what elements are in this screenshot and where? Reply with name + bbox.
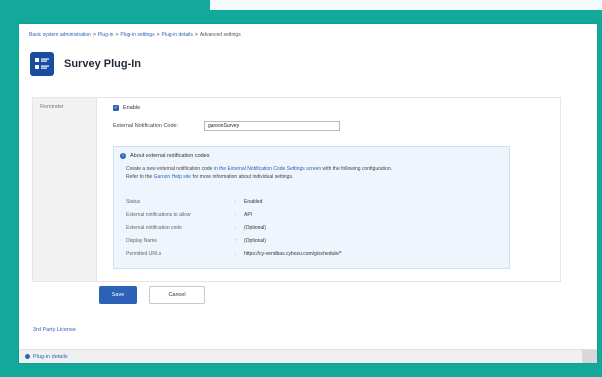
cancel-button[interactable]: Cancel bbox=[149, 286, 205, 304]
notification-code-label: External Notification Code: bbox=[113, 123, 179, 129]
info-refer-prefix: Refer to the bbox=[126, 174, 153, 180]
plugin-details-link[interactable]: Plug-in details bbox=[25, 354, 68, 360]
config-row: Display Name : (Optional) bbox=[126, 234, 496, 247]
info-icon: i bbox=[120, 153, 126, 159]
page-title: Survey Plug-In bbox=[64, 58, 142, 70]
config-colon: : bbox=[235, 211, 237, 218]
notification-settings-link[interactable]: in the External Notification Code Settin… bbox=[214, 166, 321, 172]
info-title-row: i About external notification codes bbox=[120, 153, 210, 159]
notification-code-input[interactable] bbox=[204, 121, 340, 131]
top-strip bbox=[210, 0, 602, 10]
app-window: Basic system administration > Plug-in > Plug… bbox=[19, 24, 597, 363]
survey-form-icon-graphic bbox=[35, 58, 49, 69]
config-row: External notification code : (Optional) bbox=[126, 221, 496, 234]
config-colon: : bbox=[235, 250, 237, 257]
config-table: Status : Enabled External notifications … bbox=[126, 195, 496, 260]
action-buttons: Save Cancel bbox=[99, 286, 205, 304]
breadcrumb-separator: > bbox=[115, 32, 119, 38]
config-key: Permitted URLs bbox=[126, 250, 162, 257]
config-row: Status : Enabled bbox=[126, 195, 496, 208]
config-key: Display Name bbox=[126, 237, 158, 244]
breadcrumb-basic-system[interactable]: Basic system administration bbox=[29, 32, 91, 38]
survey-form-icon bbox=[30, 52, 54, 76]
config-value: (Optional) bbox=[244, 237, 266, 244]
breadcrumb-plugin[interactable]: Plug-in bbox=[98, 32, 114, 38]
breadcrumb-separator: > bbox=[156, 32, 160, 38]
info-refer-suffix: for more information about individual se… bbox=[192, 174, 294, 180]
notification-code-row: External Notification Code: bbox=[113, 121, 340, 131]
config-colon: : bbox=[235, 237, 237, 244]
breadcrumb-separator: > bbox=[194, 32, 198, 38]
circle-arrow-icon bbox=[25, 354, 30, 359]
section-label-column: Reminder bbox=[33, 98, 97, 281]
garoon-help-link[interactable]: Garoon Help site bbox=[154, 174, 192, 180]
breadcrumb-separator: > bbox=[92, 32, 96, 38]
plugin-details-label: Plug-in details bbox=[33, 353, 68, 360]
section-label-reminder: Reminder bbox=[40, 104, 64, 110]
config-row: Permitted URLs : https://cy-vendbas.cybo… bbox=[126, 247, 496, 260]
info-description: Create a new external notification code … bbox=[126, 165, 506, 181]
info-desc-prefix: Create a new external notification code bbox=[126, 166, 213, 172]
breadcrumb-plugin-settings[interactable]: Plug-in settings bbox=[120, 32, 154, 38]
enable-label[interactable]: Enable bbox=[123, 105, 140, 111]
config-key: External notifications to allow bbox=[126, 211, 191, 218]
breadcrumb-plugin-details[interactable]: Plug-in details bbox=[162, 32, 193, 38]
save-button[interactable]: Save bbox=[99, 286, 137, 304]
settings-panel: Reminder ✓ Enable External Notification … bbox=[32, 97, 561, 282]
config-colon: : bbox=[235, 224, 237, 231]
footer-bar: Plug-in details bbox=[19, 349, 597, 363]
enable-row: ✓ Enable bbox=[113, 105, 140, 111]
config-key: External notification code bbox=[126, 224, 182, 231]
config-value: API bbox=[244, 211, 253, 218]
enable-checkbox[interactable]: ✓ bbox=[113, 105, 119, 111]
config-value: Enabled bbox=[244, 198, 263, 205]
config-value: (Optional) bbox=[244, 224, 266, 231]
breadcrumb-advanced-settings: Advanced settings bbox=[199, 32, 241, 38]
scroll-corner bbox=[582, 350, 597, 363]
config-key: Status bbox=[126, 198, 141, 205]
page-header: Survey Plug-In bbox=[30, 52, 141, 76]
config-value: https://cy-vendbas.cybozu.com/g/schedule… bbox=[244, 250, 342, 257]
info-box: i About external notification codes Crea… bbox=[113, 146, 510, 269]
third-party-license-link[interactable]: 3rd Party License bbox=[33, 327, 76, 333]
info-desc-suffix: with the following configuration. bbox=[322, 166, 393, 172]
info-title: About external notification codes bbox=[130, 153, 210, 159]
config-colon: : bbox=[235, 198, 237, 205]
breadcrumb: Basic system administration > Plug-in > Plug… bbox=[29, 32, 241, 38]
settings-form: ✓ Enable External Notification Code: i A… bbox=[97, 98, 560, 281]
config-row: External notifications to allow : API bbox=[126, 208, 496, 221]
